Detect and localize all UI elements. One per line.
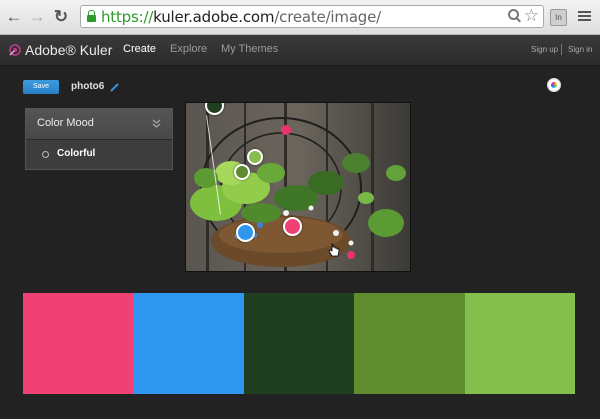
nav-create[interactable]: Create (123, 43, 156, 55)
mood-option-label: Colorful (57, 148, 96, 159)
kuler-logo-icon (9, 44, 21, 56)
bookmark-star-icon[interactable]: ☆ (524, 6, 539, 26)
radio-icon[interactable] (42, 151, 49, 158)
lock-icon (87, 10, 96, 22)
url-text[interactable]: https://kuler.adobe.com/create/image/ (101, 8, 381, 26)
save-button[interactable]: Save (23, 80, 59, 94)
address-bar[interactable]: https://kuler.adobe.com/create/image/ ☆ (80, 5, 544, 28)
pencil-icon[interactable] (110, 83, 119, 92)
url-host: kuler.adobe.com (153, 8, 275, 26)
color-theme-swatches (23, 293, 576, 394)
color-mood-header[interactable]: Color Mood (26, 109, 172, 140)
swatch-pink[interactable] (23, 293, 134, 394)
color-picker-light-green[interactable] (247, 149, 263, 165)
sign-in-link[interactable]: Sign in (568, 45, 592, 54)
color-mood-panel: Color Mood Colorful (25, 108, 173, 170)
hand-cursor-icon (328, 243, 340, 257)
color-picker-mid-green[interactable] (234, 164, 250, 180)
magnifier-icon[interactable] (508, 9, 519, 20)
sign-up-link[interactable]: Sign up (531, 45, 558, 54)
color-picker-blue[interactable] (236, 223, 255, 242)
browser-toolbar: ← → ↻ https://kuler.adobe.com/create/ima… (0, 0, 600, 35)
swatch-light-green[interactable] (464, 293, 576, 394)
color-wheel-icon[interactable] (547, 78, 561, 92)
url-scheme: https:// (101, 8, 154, 26)
photo-image (186, 103, 410, 271)
color-mood-title: Color Mood (37, 117, 94, 129)
nav-explore[interactable]: Explore (170, 43, 207, 55)
swatch-dark-green[interactable] (243, 293, 355, 394)
mood-option-colorful[interactable]: Colorful (26, 140, 172, 169)
auth-divider (561, 44, 562, 55)
extension-icon[interactable]: In (550, 9, 567, 26)
swatch-green[interactable] (354, 293, 465, 394)
url-path: /create/image/ (274, 8, 382, 26)
nav-my-themes[interactable]: My Themes (221, 43, 278, 55)
forward-arrow-icon[interactable]: → (27, 7, 47, 27)
swatch-blue[interactable] (133, 293, 244, 394)
app-header: Adobe® Kuler Create Explore My Themes Si… (0, 35, 600, 66)
color-picker-pink[interactable] (283, 217, 302, 236)
browser-menu-icon[interactable] (578, 11, 591, 13)
brand-name[interactable]: Adobe® Kuler (25, 42, 112, 58)
back-arrow-icon[interactable]: ← (4, 7, 24, 27)
filename-label[interactable]: photo6 (71, 81, 104, 92)
source-photo[interactable] (185, 102, 411, 272)
chevron-down-icon[interactable] (152, 119, 161, 128)
reload-icon[interactable]: ↻ (51, 7, 71, 27)
